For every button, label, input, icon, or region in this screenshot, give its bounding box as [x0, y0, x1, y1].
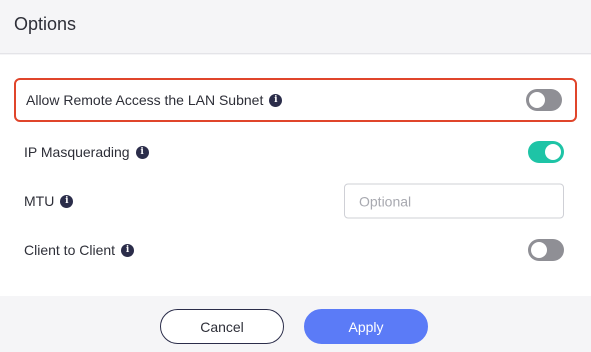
cancel-button[interactable]: Cancel: [160, 309, 284, 344]
option-row-client-to-client: Client to Client i: [14, 228, 577, 272]
options-panel: Allow Remote Access the LAN Subnet i IP …: [0, 55, 591, 296]
option-label-remote-access: Allow Remote Access the LAN Subnet i: [26, 92, 283, 108]
option-row-mtu: MTU i: [14, 179, 577, 223]
dialog-footer: Cancel Apply: [0, 296, 591, 352]
mtu-input[interactable]: [344, 183, 564, 219]
toggle-knob: [531, 242, 547, 258]
ip-masquerading-toggle[interactable]: [528, 141, 564, 163]
dialog-header: Options: [0, 0, 591, 54]
option-label-ip-masquerading: IP Masquerading i: [24, 144, 149, 160]
toggle-knob: [529, 92, 545, 108]
client-to-client-label: Client to Client: [24, 242, 116, 258]
option-label-client-to-client: Client to Client i: [24, 242, 135, 258]
option-label-mtu: MTU i: [24, 193, 74, 209]
option-row-ip-masquerading: IP Masquerading i: [14, 130, 577, 174]
toggle-knob: [545, 144, 561, 160]
remote-access-toggle[interactable]: [526, 89, 562, 111]
option-row-remote-access: Allow Remote Access the LAN Subnet i: [14, 78, 577, 122]
info-icon[interactable]: i: [60, 194, 74, 208]
info-icon[interactable]: i: [121, 243, 135, 257]
remote-access-label: Allow Remote Access the LAN Subnet: [26, 92, 264, 108]
client-to-client-toggle[interactable]: [528, 239, 564, 261]
info-icon[interactable]: i: [269, 93, 283, 107]
mtu-label: MTU: [24, 193, 55, 209]
dialog-title: Options: [14, 14, 77, 34]
info-icon[interactable]: i: [135, 145, 149, 159]
ip-masquerading-label: IP Masquerading: [24, 144, 130, 160]
apply-button[interactable]: Apply: [304, 309, 428, 344]
